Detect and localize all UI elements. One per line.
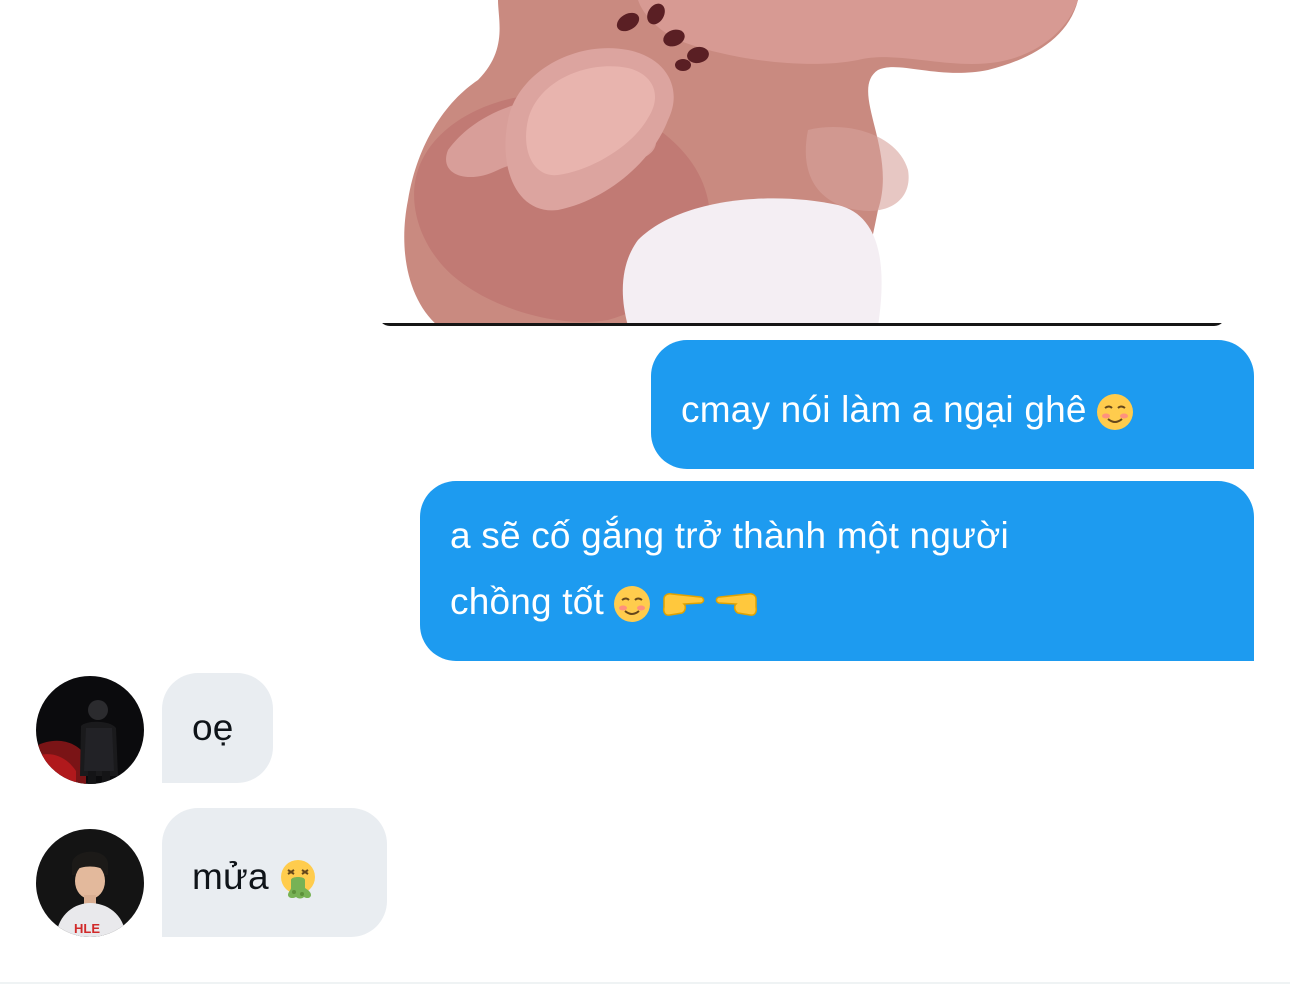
received-message-bubble[interactable]: oẹ — [162, 673, 273, 783]
vomiting-face-icon — [277, 858, 319, 900]
pointing-right-icon — [660, 589, 706, 619]
sticker-illustration — [404, 0, 1078, 326]
message-text: mửa — [192, 856, 269, 897]
message-text-line-1: a sẽ cố gắng trở thành một người — [450, 515, 1009, 556]
sticker-image[interactable] — [378, 0, 1226, 326]
message-text-line-2-words: chồng tốt — [450, 581, 605, 622]
avatar[interactable] — [36, 676, 144, 784]
received-message-bubble[interactable]: mửa — [162, 808, 387, 937]
pointing-left-icon — [714, 589, 760, 619]
smiling-face-icon — [1095, 392, 1135, 432]
svg-text:HLE: HLE — [74, 921, 100, 936]
conversation-view: cmay nói làm a ngại ghê a sẽ cố gắng trở… — [0, 0, 1290, 986]
sticker-bottom-edge — [378, 323, 1226, 326]
message-text: oẹ — [192, 707, 234, 748]
message-text: cmay nói làm a ngại ghê — [681, 389, 1087, 430]
avatar[interactable]: HLE — [36, 829, 144, 937]
sent-message-bubble[interactable]: cmay nói làm a ngại ghê — [651, 340, 1254, 469]
composer-divider — [0, 982, 1290, 984]
message-text-line-2: chồng tốt — [450, 569, 1224, 635]
smiling-face-icon — [612, 584, 652, 624]
sent-message-bubble[interactable]: a sẽ cố gắng trở thành một người chồng t… — [420, 481, 1254, 661]
